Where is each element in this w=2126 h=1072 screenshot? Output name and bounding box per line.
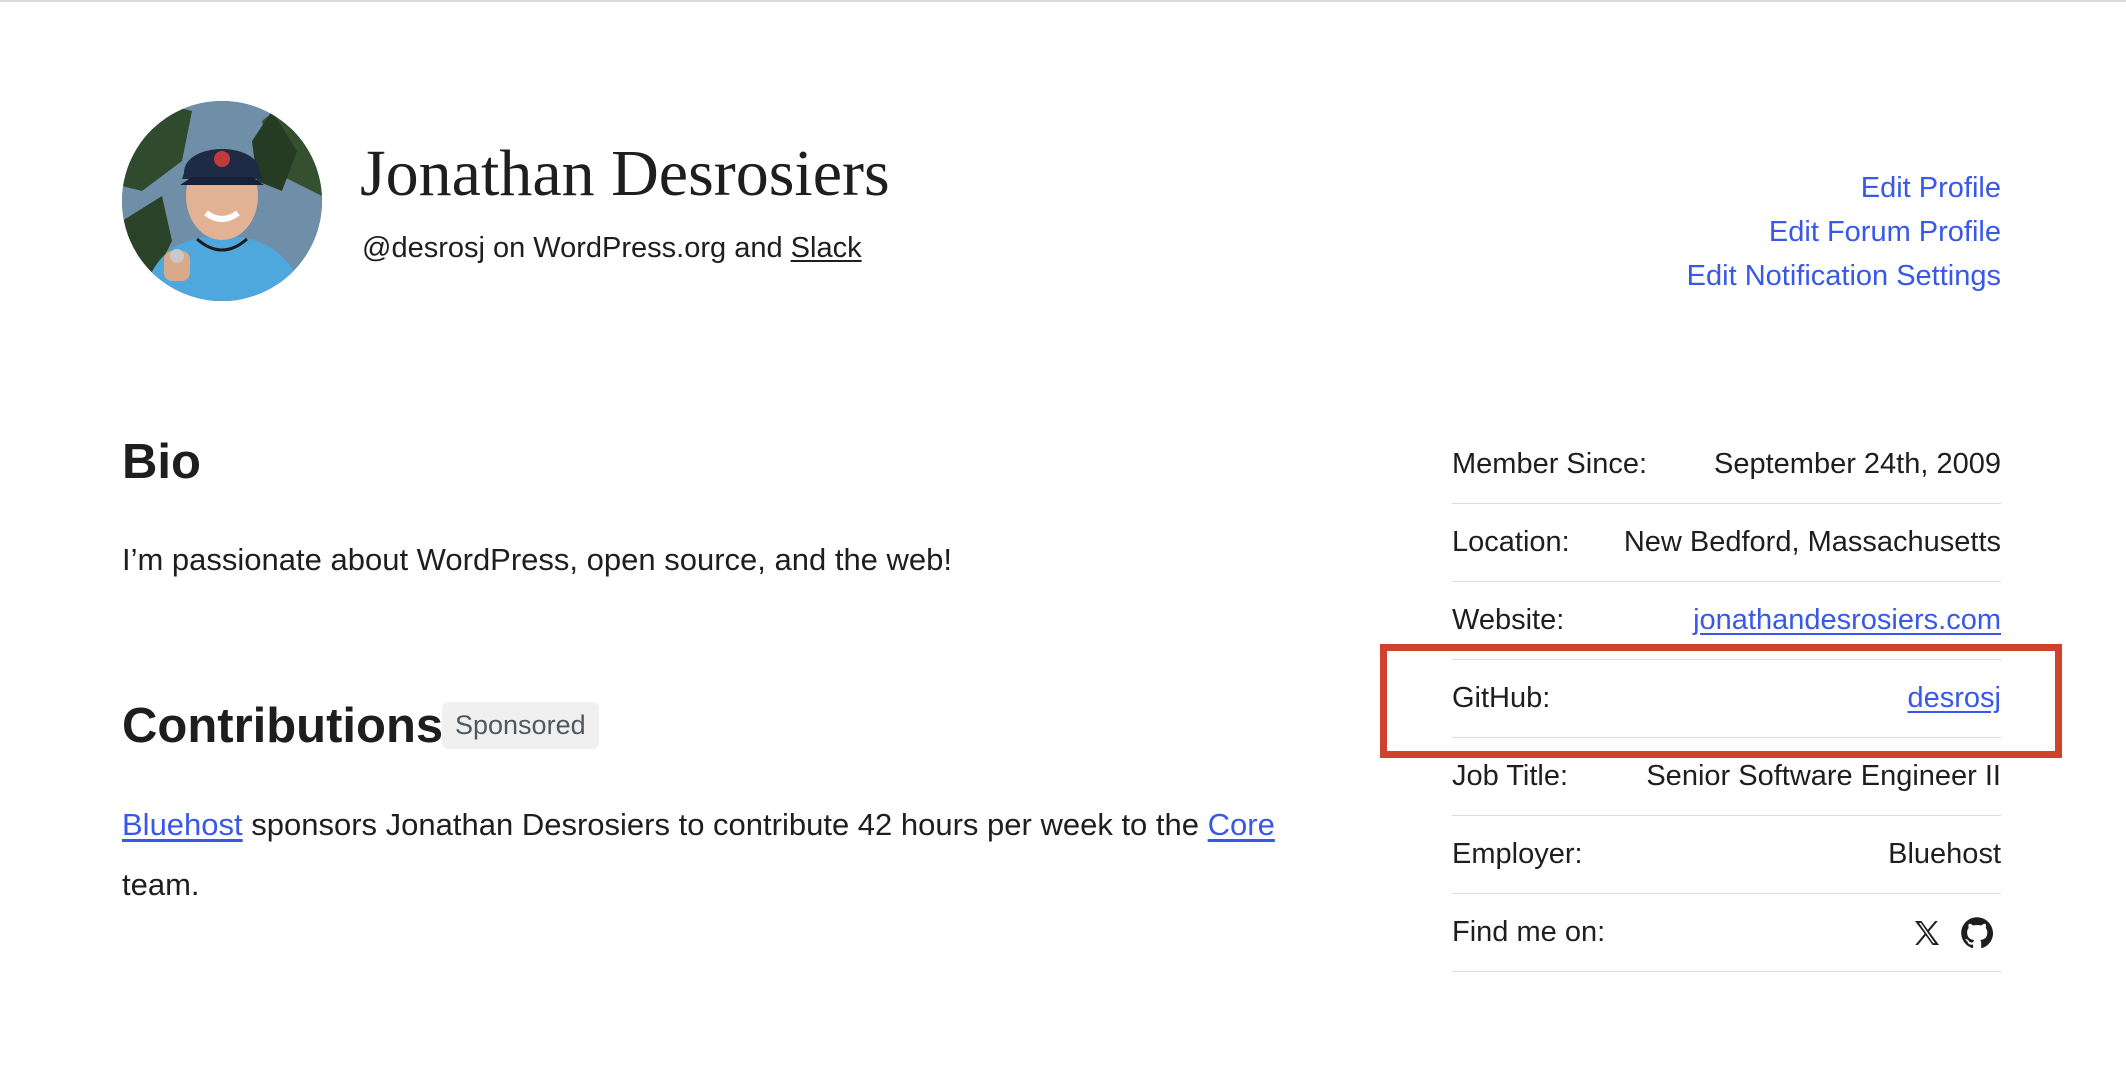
sponsor-link[interactable]: Bluehost: [122, 807, 243, 842]
edit-links: Edit Profile Edit Forum Profile Edit Not…: [1687, 168, 2001, 296]
detail-row-find-me: Find me on:: [1452, 894, 2001, 972]
member-since-label: Member Since:: [1452, 448, 1648, 480]
edit-notification-settings-link[interactable]: Edit Notification Settings: [1687, 256, 2001, 296]
profile-page: Jonathan Desrosiers @desrosj on WordPres…: [0, 0, 2126, 1072]
contributions-heading: Contributions: [122, 699, 444, 753]
slack-link[interactable]: Slack: [791, 232, 862, 264]
handle-text: @desrosj on WordPress.org and: [362, 232, 791, 264]
profile-handle: @desrosj on WordPress.org and Slack: [362, 230, 862, 266]
member-since-value: September 24th, 2009: [1714, 448, 2001, 480]
x-icon[interactable]: [1911, 917, 1943, 949]
find-me-label: Find me on:: [1452, 916, 1606, 948]
avatar: [122, 101, 322, 301]
github-highlight-box: [1380, 644, 2062, 758]
detail-row-location: Location: New Bedford, Massachusetts: [1452, 504, 2001, 582]
contributions-text: Bluehost sponsors Jonathan Desrosiers to…: [122, 795, 1282, 915]
location-value: New Bedford, Massachusetts: [1623, 526, 2001, 558]
job-title-value: Senior Software Engineer II: [1646, 760, 2001, 792]
sponsored-badge: Sponsored: [442, 702, 599, 749]
team-link[interactable]: Core: [1208, 807, 1275, 842]
bio-text: I’m passionate about WordPress, open sou…: [122, 542, 953, 577]
detail-row-member-since: Member Since: September 24th, 2009: [1452, 426, 2001, 504]
employer-value: Bluehost: [1888, 838, 2001, 870]
bio-heading: Bio: [122, 435, 201, 489]
location-label: Location:: [1452, 526, 1570, 558]
profile-name: Jonathan Desrosiers: [360, 137, 890, 210]
github-icon[interactable]: [1959, 915, 1995, 951]
social-links: [1911, 915, 2001, 951]
edit-forum-profile-link[interactable]: Edit Forum Profile: [1687, 212, 2001, 252]
detail-row-employer: Employer: Bluehost: [1452, 816, 2001, 894]
job-title-label: Job Title:: [1452, 760, 1569, 792]
user-avatar-photo-icon: [122, 101, 322, 301]
edit-profile-link[interactable]: Edit Profile: [1687, 168, 2001, 208]
contributions-text-middle: sponsors Jonathan Desrosiers to contribu…: [242, 807, 1208, 842]
website-label: Website:: [1452, 604, 1565, 636]
employer-label: Employer:: [1452, 838, 1583, 870]
contributions-text-end: team.: [122, 867, 200, 902]
website-link[interactable]: jonathandesrosiers.com: [1693, 604, 2001, 637]
